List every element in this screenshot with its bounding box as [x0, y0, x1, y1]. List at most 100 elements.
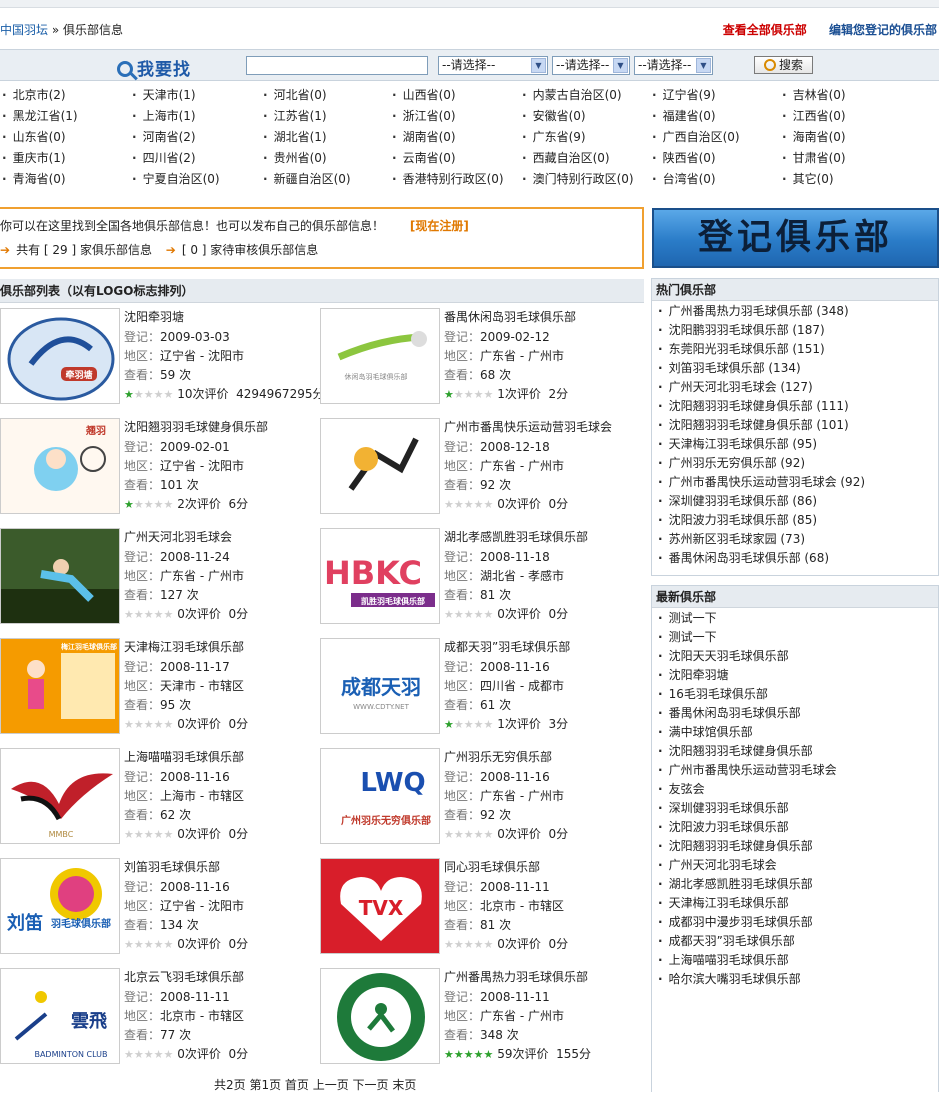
register-club-banner[interactable]: 登记俱乐部: [652, 208, 939, 268]
edit-my-club-link[interactable]: 编辑您登记的俱乐部: [829, 23, 937, 37]
hot-club-item[interactable]: 广州天河北羽毛球会 (127): [658, 378, 938, 397]
region-link[interactable]: 广西自治区(0): [652, 127, 740, 148]
club-name-link[interactable]: 沈阳翘羽羽毛球健身俱乐部: [124, 418, 268, 435]
club-logo[interactable]: HBKC 凯胜羽毛球俱乐部: [320, 528, 440, 624]
region-link[interactable]: 江西省(0): [782, 106, 846, 127]
latest-club-item[interactable]: 上海喵喵羽毛球俱乐部: [658, 951, 938, 970]
region-link[interactable]: 浙江省(0): [392, 106, 456, 127]
hot-club-item[interactable]: 沈阳翘羽羽毛球健身俱乐部 (111): [658, 397, 938, 416]
latest-club-item[interactable]: 沈阳翘羽羽毛球健身俱乐部: [658, 837, 938, 856]
breadcrumb-home-link[interactable]: 中国羽坛: [0, 23, 48, 37]
region-link[interactable]: 河南省(2): [132, 127, 196, 148]
club-name-link[interactable]: 广州市番禺快乐运动营羽毛球会: [444, 418, 612, 435]
region-link[interactable]: 贵州省(0): [263, 148, 327, 169]
region-link[interactable]: 上海市(1): [132, 106, 196, 127]
region-link[interactable]: 宁夏自治区(0): [132, 169, 220, 190]
region-link[interactable]: 吉林省(0): [782, 85, 846, 106]
hot-club-item[interactable]: 东莞阳光羽毛球俱乐部 (151): [658, 340, 938, 359]
region-link[interactable]: 陕西省(0): [652, 148, 716, 169]
club-name-link[interactable]: 天津梅江羽毛球俱乐部: [124, 638, 244, 655]
region-link[interactable]: 云南省(0): [392, 148, 456, 169]
club-name-link[interactable]: 广州番禺热力羽毛球俱乐部: [444, 968, 588, 985]
club-logo[interactable]: 牵羽塘: [0, 308, 120, 404]
region-link[interactable]: 江苏省(1): [263, 106, 327, 127]
select-district[interactable]: --请选择-- ▼: [634, 56, 713, 75]
region-link[interactable]: 海南省(0): [782, 127, 846, 148]
club-logo[interactable]: 翘羽: [0, 418, 120, 514]
hot-club-item[interactable]: 广州市番禺快乐运动营羽毛球会 (92): [658, 473, 938, 492]
latest-club-item[interactable]: 番禺休闲岛羽毛球俱乐部: [658, 704, 938, 723]
region-link[interactable]: 安徽省(0): [522, 106, 586, 127]
club-logo[interactable]: 梅江羽毛球俱乐部: [0, 638, 120, 734]
club-logo[interactable]: LWQ 广州羽乐无穷俱乐部: [320, 748, 440, 844]
region-link[interactable]: 内蒙古自治区(0): [522, 85, 622, 106]
latest-club-item[interactable]: 天津梅江羽毛球俱乐部: [658, 894, 938, 913]
region-link[interactable]: 香港特别行政区(0): [392, 169, 504, 190]
pagination[interactable]: 共2页 第1页 首页 上一页 下一页 末页: [214, 1076, 416, 1093]
region-link[interactable]: 北京市(2): [2, 85, 66, 106]
club-logo[interactable]: [320, 968, 440, 1064]
club-logo[interactable]: MMBC: [0, 748, 120, 844]
latest-club-item[interactable]: 友弦会: [658, 780, 938, 799]
region-link[interactable]: 青海省(0): [2, 169, 66, 190]
region-link[interactable]: 辽宁省(9): [652, 85, 716, 106]
hot-club-item[interactable]: 刘笛羽毛球俱乐部 (134): [658, 359, 938, 378]
region-link[interactable]: 澳门特别行政区(0): [522, 169, 634, 190]
search-input[interactable]: [246, 56, 428, 75]
club-logo[interactable]: [0, 528, 120, 624]
region-link[interactable]: 广东省(9): [522, 127, 586, 148]
region-link[interactable]: 重庆市(1): [2, 148, 66, 169]
club-name-link[interactable]: 番禺休闲岛羽毛球俱乐部: [444, 308, 576, 325]
club-logo[interactable]: 休闲岛羽毛球俱乐部: [320, 308, 440, 404]
select-city[interactable]: --请选择-- ▼: [552, 56, 630, 75]
club-name-link[interactable]: 沈阳牵羽塘: [124, 308, 184, 325]
club-logo[interactable]: 刘笛 羽毛球俱乐部: [0, 858, 120, 954]
hot-club-item[interactable]: 苏州新区羽毛球家园 (73): [658, 530, 938, 549]
hot-club-item[interactable]: 天津梅江羽毛球俱乐部 (95): [658, 435, 938, 454]
latest-club-item[interactable]: 广州天河北羽毛球会: [658, 856, 938, 875]
club-name-link[interactable]: 湖北孝感凯胜羽毛球俱乐部: [444, 528, 588, 545]
club-logo[interactable]: [320, 418, 440, 514]
club-logo[interactable]: 成都天羽 WWW.CDTY.NET: [320, 638, 440, 734]
club-name-link[interactable]: 广州羽乐无穷俱乐部: [444, 748, 552, 765]
region-link[interactable]: 四川省(2): [132, 148, 196, 169]
latest-club-item[interactable]: 沈阳牵羽塘: [658, 666, 938, 685]
region-link[interactable]: 台湾省(0): [652, 169, 716, 190]
hot-club-item[interactable]: 沈阳翘羽羽毛球健身俱乐部 (101): [658, 416, 938, 435]
view-all-clubs-link[interactable]: 查看全部俱乐部: [723, 23, 807, 37]
latest-club-item[interactable]: 成都羽中漫步羽毛球俱乐部: [658, 913, 938, 932]
latest-club-item[interactable]: 成都天羽”羽毛球俱乐部: [658, 932, 938, 951]
club-name-link[interactable]: 广州天河北羽毛球会: [124, 528, 232, 545]
latest-club-item[interactable]: 沈阳波力羽毛球俱乐部: [658, 818, 938, 837]
region-link[interactable]: 甘肃省(0): [782, 148, 846, 169]
register-now-link[interactable]: [现在注册]: [410, 219, 469, 233]
latest-club-item[interactable]: 满中球馆俱乐部: [658, 723, 938, 742]
latest-club-item[interactable]: 16毛羽毛球俱乐部: [658, 685, 938, 704]
region-link[interactable]: 黑龙江省(1): [2, 106, 78, 127]
club-name-link[interactable]: 上海喵喵羽毛球俱乐部: [124, 748, 244, 765]
hot-club-item[interactable]: 番禺休闲岛羽毛球俱乐部 (68): [658, 549, 938, 568]
latest-club-item[interactable]: 哈尔滨大嘴羽毛球俱乐部: [658, 970, 938, 989]
club-name-link[interactable]: 刘笛羽毛球俱乐部: [124, 858, 220, 875]
region-link[interactable]: 山东省(0): [2, 127, 66, 148]
region-link[interactable]: 天津市(1): [132, 85, 196, 106]
latest-club-item[interactable]: 沈阳天天羽毛球俱乐部: [658, 647, 938, 666]
latest-club-item[interactable]: 广州市番禺快乐运动营羽毛球会: [658, 761, 938, 780]
region-link[interactable]: 河北省(0): [263, 85, 327, 106]
region-link[interactable]: 湖北省(1): [263, 127, 327, 148]
hot-club-item[interactable]: 沈阳鹏羽羽毛球俱乐部 (187): [658, 321, 938, 340]
hot-club-item[interactable]: 沈阳波力羽毛球俱乐部 (85): [658, 511, 938, 530]
club-logo[interactable]: 雲飛 BADMINTON CLUB: [0, 968, 120, 1064]
club-name-link[interactable]: 北京云飞羽毛球俱乐部: [124, 968, 244, 985]
region-link[interactable]: 福建省(0): [652, 106, 716, 127]
latest-club-item[interactable]: 湖北孝感凯胜羽毛球俱乐部: [658, 875, 938, 894]
latest-club-item[interactable]: 测试一下: [658, 609, 938, 628]
region-link[interactable]: 山西省(0): [392, 85, 456, 106]
latest-club-item[interactable]: 测试一下: [658, 628, 938, 647]
hot-club-item[interactable]: 深圳健羽羽毛球俱乐部 (86): [658, 492, 938, 511]
region-link[interactable]: 西藏自治区(0): [522, 148, 610, 169]
club-logo[interactable]: TVX: [320, 858, 440, 954]
latest-club-item[interactable]: 沈阳翘羽羽毛球健身俱乐部: [658, 742, 938, 761]
region-link[interactable]: 新疆自治区(0): [263, 169, 351, 190]
club-name-link[interactable]: 同心羽毛球俱乐部: [444, 858, 540, 875]
